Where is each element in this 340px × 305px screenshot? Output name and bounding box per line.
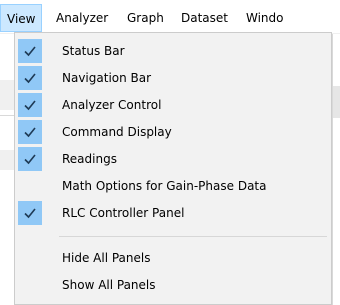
- menu-item-hide-all-panels[interactable]: Hide All Panels: [16, 245, 330, 271]
- menu-graph[interactable]: Graph: [127, 8, 164, 28]
- menu-item-math-options[interactable]: Math Options for Gain-Phase Data: [16, 173, 330, 199]
- menu-item-label: Hide All Panels: [62, 251, 151, 265]
- menu-window[interactable]: Windo: [246, 8, 284, 28]
- background-divider: [0, 115, 14, 116]
- menu-item-label: Show All Panels: [62, 278, 156, 292]
- menu-item-label: Readings: [62, 152, 117, 166]
- background-panel: [333, 86, 340, 118]
- view-menu-dropdown: Status Bar Navigation Bar Analyzer Contr…: [14, 32, 332, 305]
- check-icon: [18, 120, 42, 144]
- check-icon: [18, 39, 42, 63]
- check-icon: [18, 93, 42, 117]
- menu-item-label: Math Options for Gain-Phase Data: [62, 179, 267, 193]
- menu-dataset[interactable]: Dataset: [181, 8, 228, 28]
- menu-item-readings[interactable]: Readings: [16, 146, 330, 172]
- check-icon: [18, 147, 42, 171]
- menu-bar: View Analyzer Graph Dataset Windo: [0, 0, 340, 34]
- menu-item-status-bar[interactable]: Status Bar: [16, 38, 330, 64]
- menu-item-label: RLC Controller Panel: [62, 206, 185, 220]
- menu-item-analyzer-control[interactable]: Analyzer Control: [16, 92, 330, 118]
- check-icon: [18, 66, 42, 90]
- menu-view[interactable]: View: [0, 4, 42, 32]
- menu-item-label: Analyzer Control: [62, 98, 162, 112]
- app-window: View Analyzer Graph Dataset Windo Status…: [0, 0, 340, 305]
- menu-item-rlc-controller-panel[interactable]: RLC Controller Panel: [16, 200, 330, 226]
- check-icon: [18, 201, 42, 225]
- menu-item-label: Command Display: [62, 125, 172, 139]
- menu-item-show-all-panels[interactable]: Show All Panels: [16, 272, 330, 298]
- background-panel: [0, 80, 14, 110]
- menu-item-command-display[interactable]: Command Display: [16, 119, 330, 145]
- background-panel: [0, 150, 14, 170]
- background-divider: [332, 32, 333, 305]
- menu-item-label: Navigation Bar: [62, 71, 152, 85]
- menu-separator: [59, 236, 327, 237]
- menu-item-navigation-bar[interactable]: Navigation Bar: [16, 65, 330, 91]
- menu-analyzer[interactable]: Analyzer: [56, 8, 108, 28]
- menu-item-label: Status Bar: [62, 44, 125, 58]
